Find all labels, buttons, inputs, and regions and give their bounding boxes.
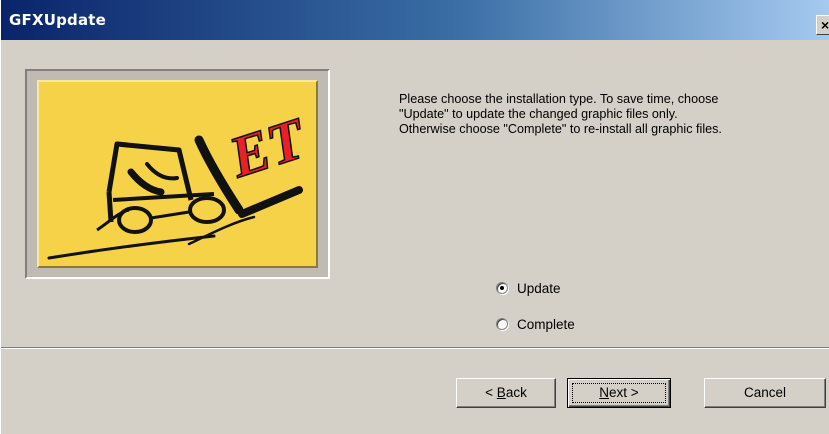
instructions-line: Otherwise choose "Complete" to re-instal…	[399, 121, 722, 136]
back-mnemonic: B	[496, 385, 506, 400]
logo-text: ET	[221, 105, 315, 191]
focus-rect	[572, 383, 666, 403]
radio-complete-label: Complete	[517, 316, 575, 332]
back-prefix: <	[485, 385, 497, 400]
cancel-label: Cancel	[743, 385, 787, 400]
radio-complete[interactable]: Complete	[496, 315, 575, 333]
back-label: ack	[505, 385, 527, 400]
cancel-button[interactable]: Cancel	[704, 378, 826, 408]
installer-window: GFXUpdate × ET Please choose the install…	[0, 0, 829, 434]
close-icon: ×	[821, 17, 829, 33]
instructions-text: Please choose the installation type. To …	[399, 91, 806, 136]
forklift-logo: ET	[37, 80, 318, 268]
radio-update[interactable]: Update	[496, 279, 561, 297]
radio-button[interactable]	[496, 318, 508, 330]
title-bar[interactable]: GFXUpdate ×	[1, 0, 829, 40]
dialog-body: ET Please choose the installation type. …	[1, 40, 829, 434]
radio-button-selected[interactable]	[496, 282, 508, 294]
radio-dot	[500, 286, 504, 290]
logo-frame: ET	[25, 69, 330, 279]
window-title: GFXUpdate	[9, 11, 107, 29]
separator	[1, 347, 829, 349]
forklift-logo-icon: ET	[47, 104, 316, 260]
radio-update-label: Update	[517, 280, 561, 296]
instructions-line: "Update" to update the changed graphic f…	[399, 106, 678, 121]
instructions-line: Please choose the installation type. To …	[399, 91, 719, 106]
close-button[interactable]: ×	[816, 15, 829, 35]
back-button[interactable]: < Back	[456, 378, 556, 408]
next-button[interactable]: Next >	[567, 378, 671, 408]
